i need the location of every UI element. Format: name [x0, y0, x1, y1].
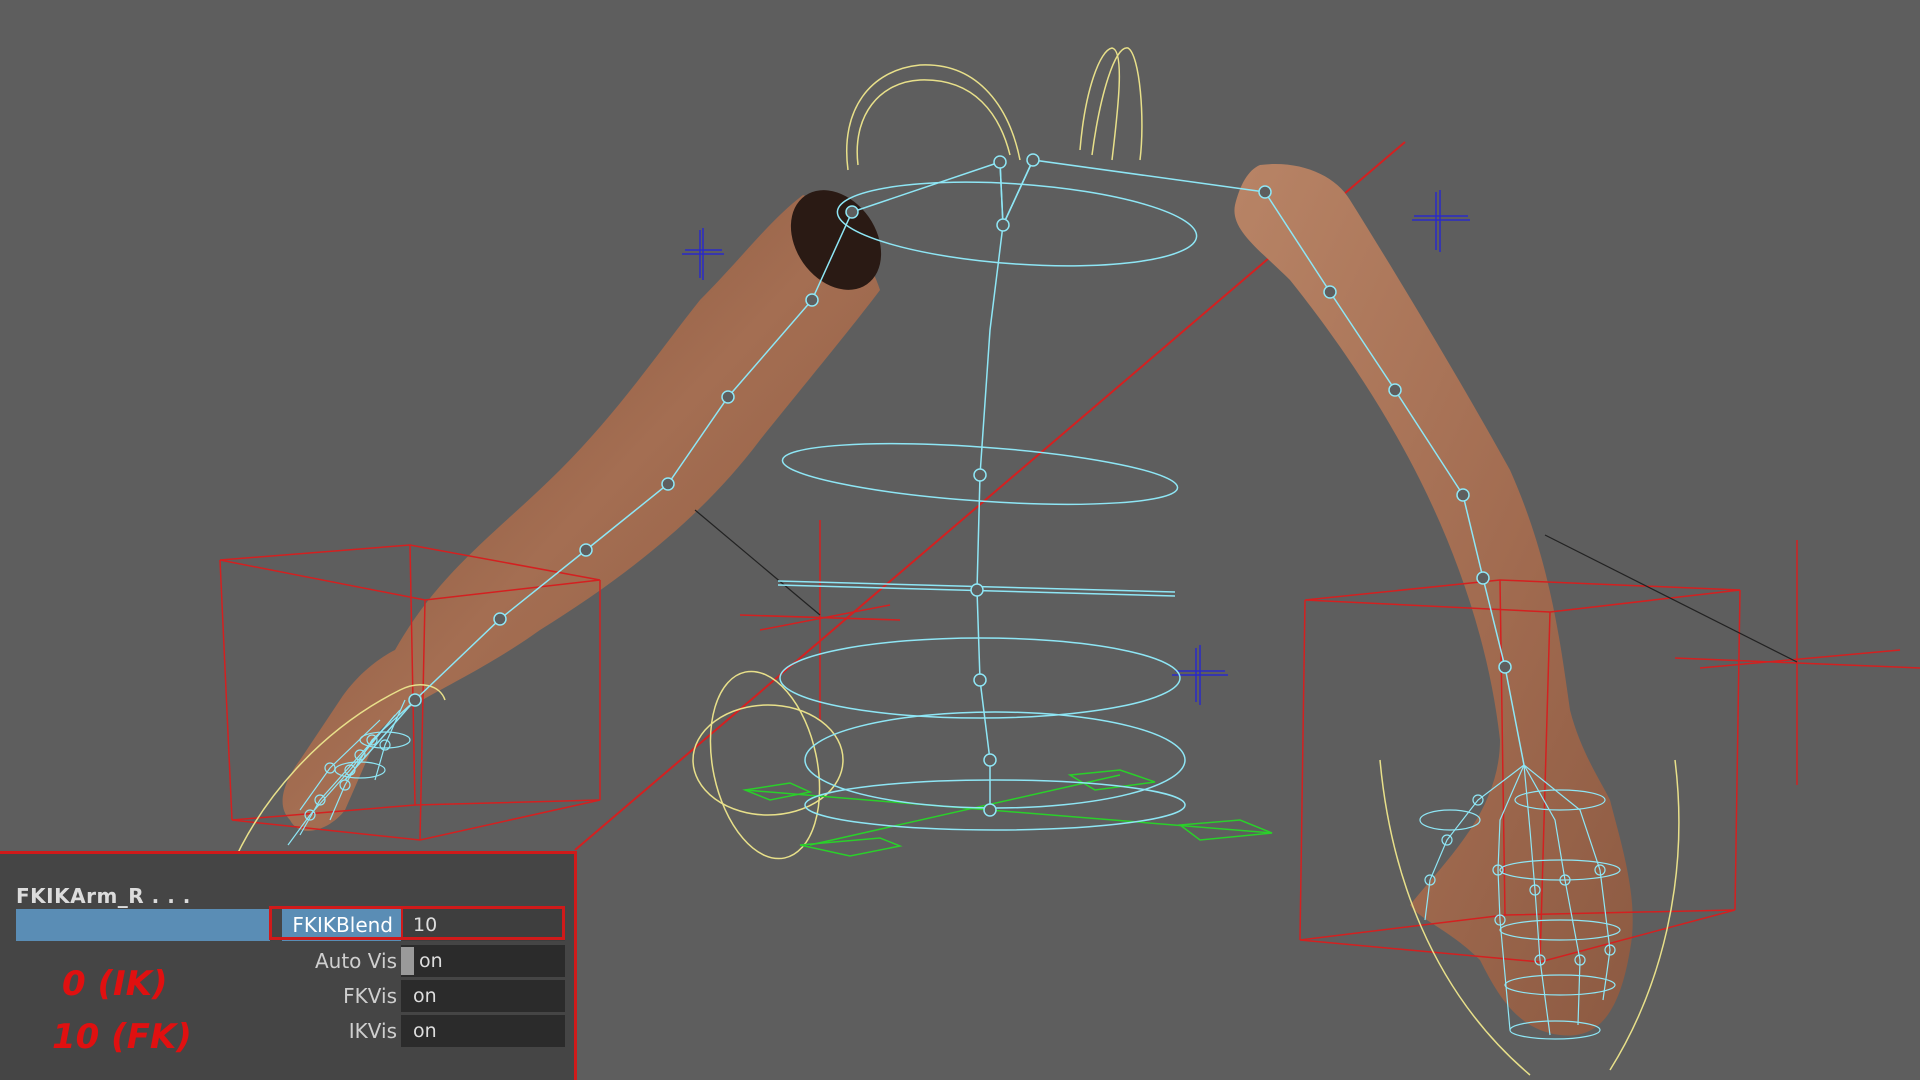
- fkikblend-highlight-box: [269, 906, 565, 940]
- value-slider-knob[interactable]: [401, 947, 414, 975]
- attribute-value-field[interactable]: on: [401, 980, 565, 1012]
- channel-box-panel: FKIKArm_R . . . FKIKBlend 10 Auto Vis on…: [0, 851, 577, 1080]
- pole-vector-right[interactable]: [1674, 540, 1920, 785]
- row-selection-bar: [16, 909, 270, 941]
- highlight-divider: [401, 909, 403, 937]
- attribute-label: FKVis: [343, 984, 397, 1008]
- attribute-label: Auto Vis: [314, 949, 397, 973]
- selected-node-name: FKIKArm_R . . .: [16, 884, 191, 908]
- green-root-control[interactable]: [742, 769, 1273, 857]
- attribute-value-field[interactable]: on: [401, 1015, 565, 1047]
- attribute-label: IKVis: [348, 1019, 397, 1043]
- fk-annotation: 10 (FK): [52, 1017, 192, 1057]
- right-arm-mesh[interactable]: [1234, 164, 1633, 1036]
- attribute-value-field[interactable]: on: [401, 945, 565, 977]
- pole-vector-left-link: [694, 509, 821, 616]
- pole-vector-right-link: [1544, 534, 1798, 663]
- ik-annotation: 0 (IK): [62, 964, 168, 1004]
